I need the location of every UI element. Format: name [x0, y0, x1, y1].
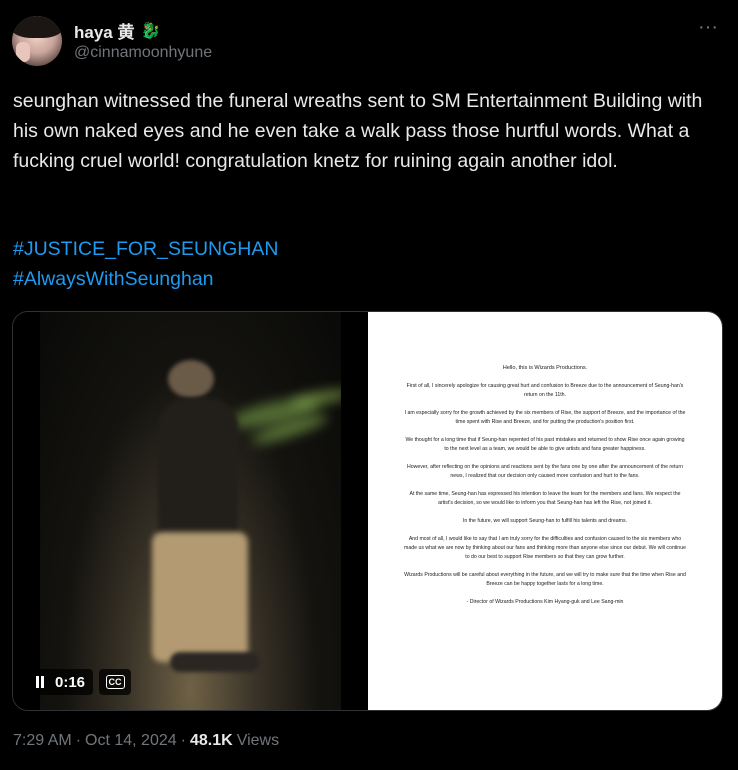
statement-paragraph: At the same time, Seung-han has expresse…	[409, 491, 681, 506]
views-label: Views	[236, 732, 280, 749]
pause-icon	[35, 676, 45, 688]
hashtag-link[interactable]: #AlwaysWithSeunghan	[13, 264, 278, 294]
statement-paragraph: And most of all, I would like to say tha…	[404, 536, 686, 560]
dragon-emoji-icon: 🐉	[140, 22, 161, 40]
tweet-time[interactable]: 7:29 AM	[13, 732, 72, 750]
user-handle[interactable]: @cinnamoonhyune	[74, 44, 212, 62]
person-figure-head	[168, 360, 214, 398]
tweet-date[interactable]: Oct 14, 2024	[85, 732, 177, 750]
statement-paragraph: First of all, I sincerely apologize for …	[406, 383, 684, 398]
statement-paragraph: However, after reflecting on the opinion…	[407, 464, 683, 479]
video-controls: 0:16 CC	[27, 669, 132, 695]
video-frame[interactable]	[40, 312, 341, 710]
name-row[interactable]: haya 黄 🐉	[74, 18, 160, 43]
statement-paragraph: Wizards Productions will be careful abou…	[404, 572, 686, 587]
captions-button[interactable]: CC	[99, 669, 132, 695]
views-count: 48.1K	[189, 732, 233, 749]
tweet-body: seunghan witnessed the funeral wreaths s…	[13, 90, 703, 172]
captions-icon: CC	[105, 675, 125, 689]
statement-image[interactable]: Hello, this is Wizards Productions. Firs…	[368, 312, 722, 710]
statement-signature: - Director of Wizards Productions Kim Hy…	[466, 599, 624, 605]
tweet-meta: 7:29 AM · Oct 14, 2024 · 48.1K Views	[13, 732, 279, 750]
tweet-text: seunghan witnessed the funeral wreaths s…	[13, 86, 718, 176]
person-figure-torso	[158, 398, 238, 548]
more-options-button[interactable]: ···	[696, 17, 720, 40]
pause-button[interactable]: 0:16	[27, 669, 94, 695]
statement-paragraph: I am especially sorry for the growth ach…	[404, 410, 686, 425]
statement-text: Hello, this is Wizards Productions. Firs…	[404, 364, 686, 616]
hashtag-list: #JUSTICE_FOR_SEUNGHAN #AlwaysWithSeungha…	[13, 234, 278, 294]
display-name[interactable]: haya 黄	[74, 18, 134, 43]
video-timestamp: 0:16	[55, 673, 86, 691]
person-figure-feet	[170, 652, 260, 672]
person-figure-legs	[152, 532, 248, 662]
avatar-hand	[16, 42, 30, 62]
avatar-hair	[12, 16, 62, 38]
meta-separator: ·	[75, 732, 82, 749]
meta-separator: ·	[180, 732, 186, 749]
statement-paragraph: We thought for a long time that if Seung…	[405, 437, 685, 452]
statement-paragraph: In the future, we will support Seung-han…	[462, 518, 628, 524]
tweet-header: haya 黄 🐉 @cinnamoonhyune ···	[12, 12, 726, 72]
avatar[interactable]	[12, 16, 62, 66]
hashtag-link[interactable]: #JUSTICE_FOR_SEUNGHAN	[13, 234, 278, 264]
statement-title: Hello, this is Wizards Productions.	[502, 365, 588, 371]
video-player[interactable]: 0:16 CC	[13, 312, 368, 710]
media-container: 0:16 CC Hello, this is Wizards Productio…	[12, 311, 723, 711]
